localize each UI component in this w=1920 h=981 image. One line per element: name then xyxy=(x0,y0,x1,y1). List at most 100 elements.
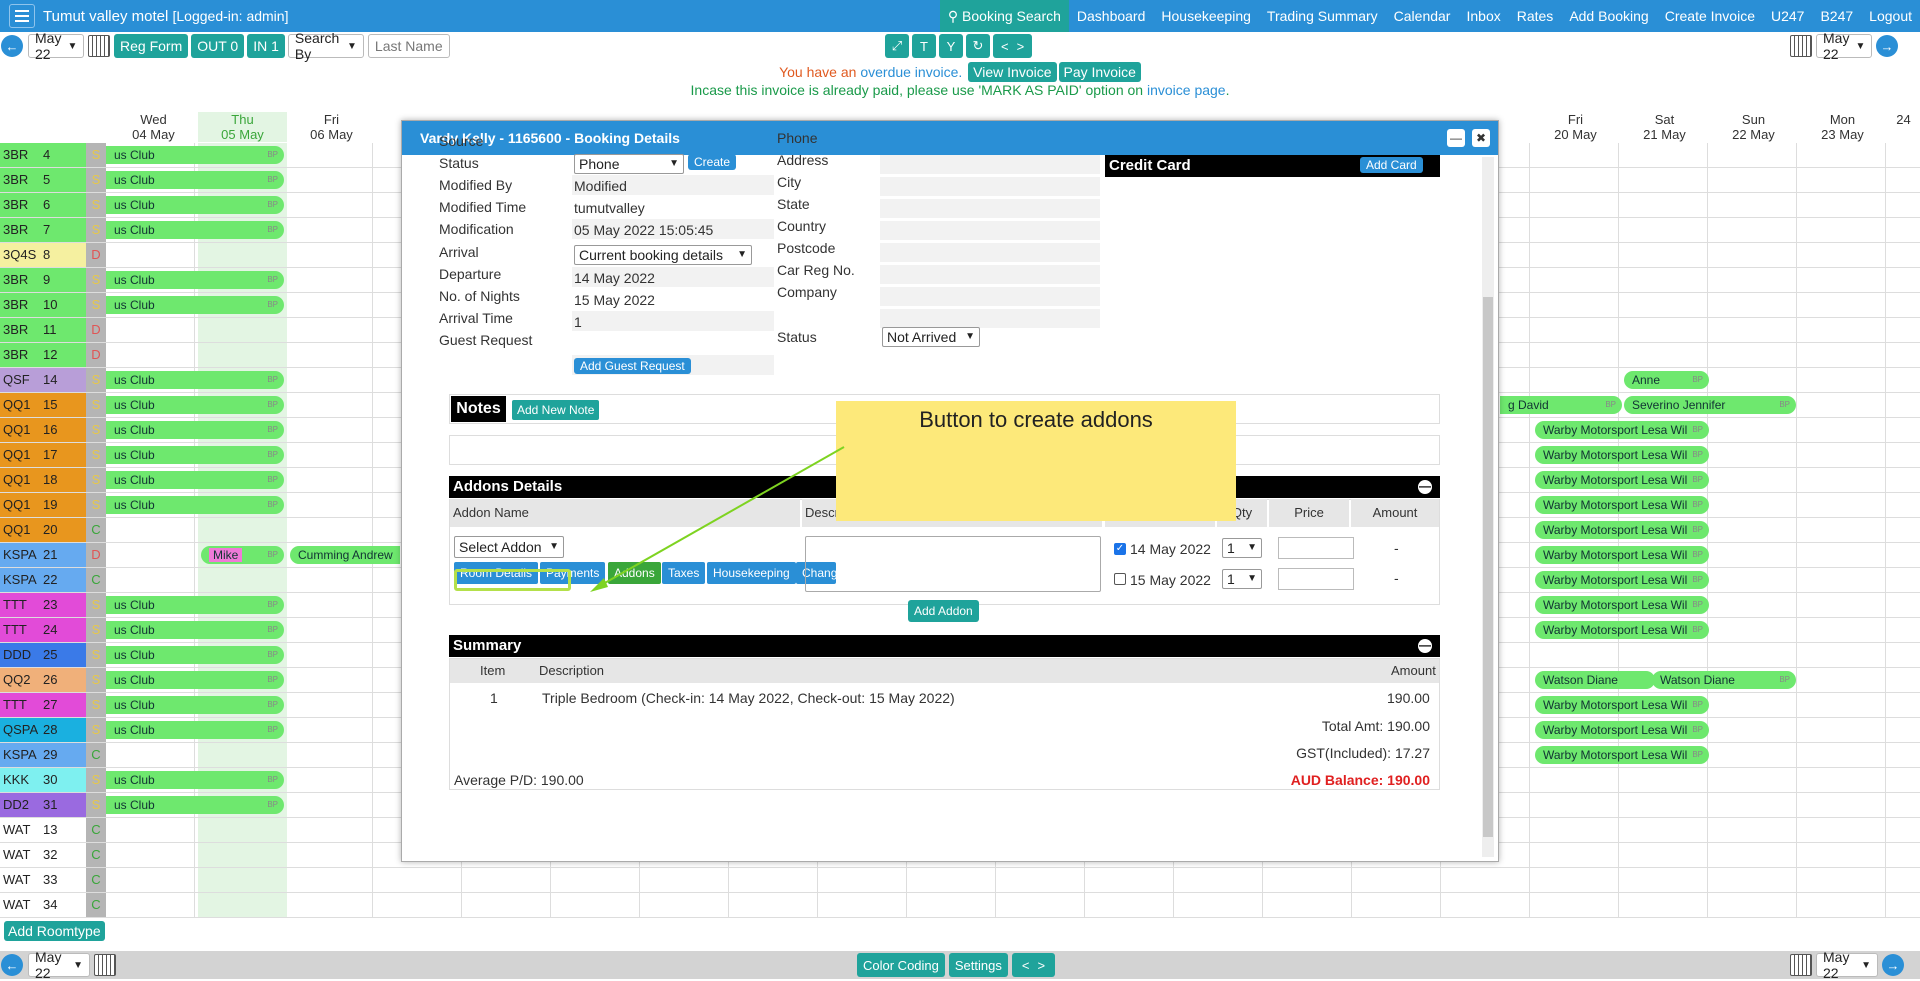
room-number[interactable]: 30 xyxy=(40,768,86,792)
room-number[interactable]: 15 xyxy=(40,393,86,417)
room-number[interactable]: 7 xyxy=(40,218,86,242)
create-source-button[interactable]: Create xyxy=(688,154,737,170)
booking-bar[interactable]: us Club BP xyxy=(106,771,284,789)
room-type[interactable]: 3BR xyxy=(0,268,40,292)
expand-icon[interactable]: ⤢ xyxy=(885,34,909,58)
room-number[interactable]: 26 xyxy=(40,668,86,692)
select-addon-dropdown[interactable]: Select Addon ▼ xyxy=(454,536,564,558)
booking-bar[interactable]: us Club BP xyxy=(106,296,284,314)
booking-bar[interactable]: Warby Motorsport Lesa Wil BP xyxy=(1535,721,1709,739)
booking-bar[interactable]: Warby Motorsport Lesa Wil BP xyxy=(1535,571,1709,589)
nav-inbox[interactable]: Inbox xyxy=(1458,0,1508,32)
booking-bar[interactable]: us Club BP xyxy=(106,221,284,239)
room-number[interactable]: 24 xyxy=(40,618,86,642)
room-number[interactable]: 25 xyxy=(40,643,86,667)
next-arrow-icon-bottom[interactable]: → xyxy=(1882,954,1904,976)
room-type[interactable]: 3BR xyxy=(0,193,40,217)
reg-form-button[interactable]: Reg Form xyxy=(114,34,189,58)
nav-u247[interactable]: U247 xyxy=(1763,0,1812,32)
overdue-invoice-link[interactable]: overdue invoice. xyxy=(860,64,962,80)
search-by-select[interactable]: Search By ▼ xyxy=(287,30,364,62)
booking-bar[interactable]: Watson Diane xyxy=(1535,671,1655,689)
booking-bar[interactable]: us Club BP xyxy=(106,496,284,514)
room-number[interactable]: 17 xyxy=(40,443,86,467)
room-number[interactable]: 27 xyxy=(40,693,86,717)
calendar-icon-bottom[interactable] xyxy=(94,954,116,976)
booking-bar[interactable]: us Club BP xyxy=(106,671,284,689)
room-type[interactable]: 3Q4S xyxy=(0,243,40,267)
booking-bar[interactable]: us Club BP xyxy=(106,621,284,639)
add-card-button[interactable]: Add Card xyxy=(1360,157,1423,173)
calendar-icon[interactable] xyxy=(88,35,110,57)
room-type[interactable]: QQ1 xyxy=(0,393,40,417)
booking-bar[interactable]: us Club BP xyxy=(106,596,284,614)
prev-arrow-icon-bottom[interactable]: ← xyxy=(1,954,23,976)
room-type[interactable]: WAT xyxy=(0,818,40,842)
view-y-button[interactable]: Y xyxy=(939,34,963,58)
booking-bar[interactable]: Watson Diane BP xyxy=(1652,671,1796,689)
room-type[interactable]: 3BR xyxy=(0,143,40,167)
booking-bar[interactable]: Warby Motorsport Lesa Wil BP xyxy=(1535,696,1709,714)
prev-button-bottom[interactable]: < xyxy=(1018,958,1034,973)
room-number[interactable]: 14 xyxy=(40,368,86,392)
nav-rates[interactable]: Rates xyxy=(1509,0,1562,32)
invoice-page-link[interactable]: invoice page xyxy=(1147,82,1226,98)
refresh-icon[interactable]: ↻ xyxy=(966,34,990,58)
month-select-bottom-right[interactable]: May 22 ▼ xyxy=(1816,949,1878,981)
create-addon-button[interactable] xyxy=(454,569,571,591)
nav-logout[interactable]: Logout xyxy=(1861,0,1920,32)
calendar-icon-bottom-right[interactable] xyxy=(1790,954,1812,976)
booking-bar[interactable]: us Club BP xyxy=(106,421,284,439)
room-number[interactable]: 10 xyxy=(40,293,86,317)
nav-add-booking[interactable]: Add Booking xyxy=(1561,0,1656,32)
view-t-button[interactable]: T xyxy=(912,34,936,58)
month-select[interactable]: May 22 ▼ xyxy=(28,30,84,62)
booking-bar[interactable]: Mike BP xyxy=(201,546,284,564)
date-checkbox-1[interactable]: ✓ xyxy=(1114,543,1126,555)
room-type[interactable]: KSPA xyxy=(0,743,40,767)
booking-bar[interactable]: Cumming Andrew xyxy=(290,546,400,564)
pay-invoice-button[interactable]: Pay Invoice xyxy=(1058,62,1141,82)
room-number[interactable]: 31 xyxy=(40,793,86,817)
room-number[interactable]: 28 xyxy=(40,718,86,742)
room-number[interactable]: 4 xyxy=(40,143,86,167)
add-addon-button[interactable]: Add Addon xyxy=(908,600,979,622)
nav-dashboard[interactable]: Dashboard xyxy=(1069,0,1154,32)
view-invoice-button[interactable]: View Invoice xyxy=(968,62,1057,82)
room-type[interactable]: WAT xyxy=(0,843,40,867)
room-number[interactable]: 16 xyxy=(40,418,86,442)
booking-bar[interactable]: us Club BP xyxy=(106,646,284,664)
room-type[interactable]: 3BR xyxy=(0,293,40,317)
hamburger-menu-icon[interactable] xyxy=(9,4,35,28)
room-type[interactable]: 3BR xyxy=(0,168,40,192)
booking-bar[interactable]: Warby Motorsport Lesa Wil BP xyxy=(1535,746,1709,764)
room-number[interactable]: 12 xyxy=(40,343,86,367)
prev-arrow-icon[interactable]: ← xyxy=(1,35,23,57)
room-type[interactable]: 3BR xyxy=(0,343,40,367)
month-select-bottom[interactable]: May 22 ▼ xyxy=(28,949,90,981)
booking-bar[interactable]: Severino Jennifer BP xyxy=(1624,396,1796,414)
room-type[interactable]: TTT xyxy=(0,618,40,642)
source-select[interactable]: Phone ▼ xyxy=(574,154,684,174)
calendar-icon-right[interactable] xyxy=(1790,35,1812,57)
price-input-1[interactable] xyxy=(1278,537,1354,559)
color-coding-button[interactable]: Color Coding xyxy=(857,953,945,977)
room-number[interactable]: 6 xyxy=(40,193,86,217)
room-type[interactable]: QSF xyxy=(0,368,40,392)
room-number[interactable]: 11 xyxy=(40,318,86,342)
room-number[interactable]: 23 xyxy=(40,593,86,617)
modification-select[interactable]: Current booking details ▼ xyxy=(574,245,752,265)
nav-housekeeping[interactable]: Housekeeping xyxy=(1153,0,1259,32)
room-type[interactable]: QQ1 xyxy=(0,518,40,542)
room-type[interactable]: 3BR xyxy=(0,318,40,342)
room-type[interactable]: TTT xyxy=(0,693,40,717)
nav-b247[interactable]: B247 xyxy=(1812,0,1861,32)
booking-bar[interactable]: Warby Motorsport Lesa Wil BP xyxy=(1535,471,1709,489)
room-number[interactable]: 33 xyxy=(40,868,86,892)
month-select-right[interactable]: May 22 ▼ xyxy=(1816,30,1872,62)
next-button[interactable]: > xyxy=(1013,39,1029,54)
modal-scrollbar[interactable] xyxy=(1482,157,1494,857)
room-type[interactable]: WAT xyxy=(0,868,40,892)
room-type[interactable]: 3BR xyxy=(0,218,40,242)
booking-bar[interactable]: Warby Motorsport Lesa Wil BP xyxy=(1535,596,1709,614)
